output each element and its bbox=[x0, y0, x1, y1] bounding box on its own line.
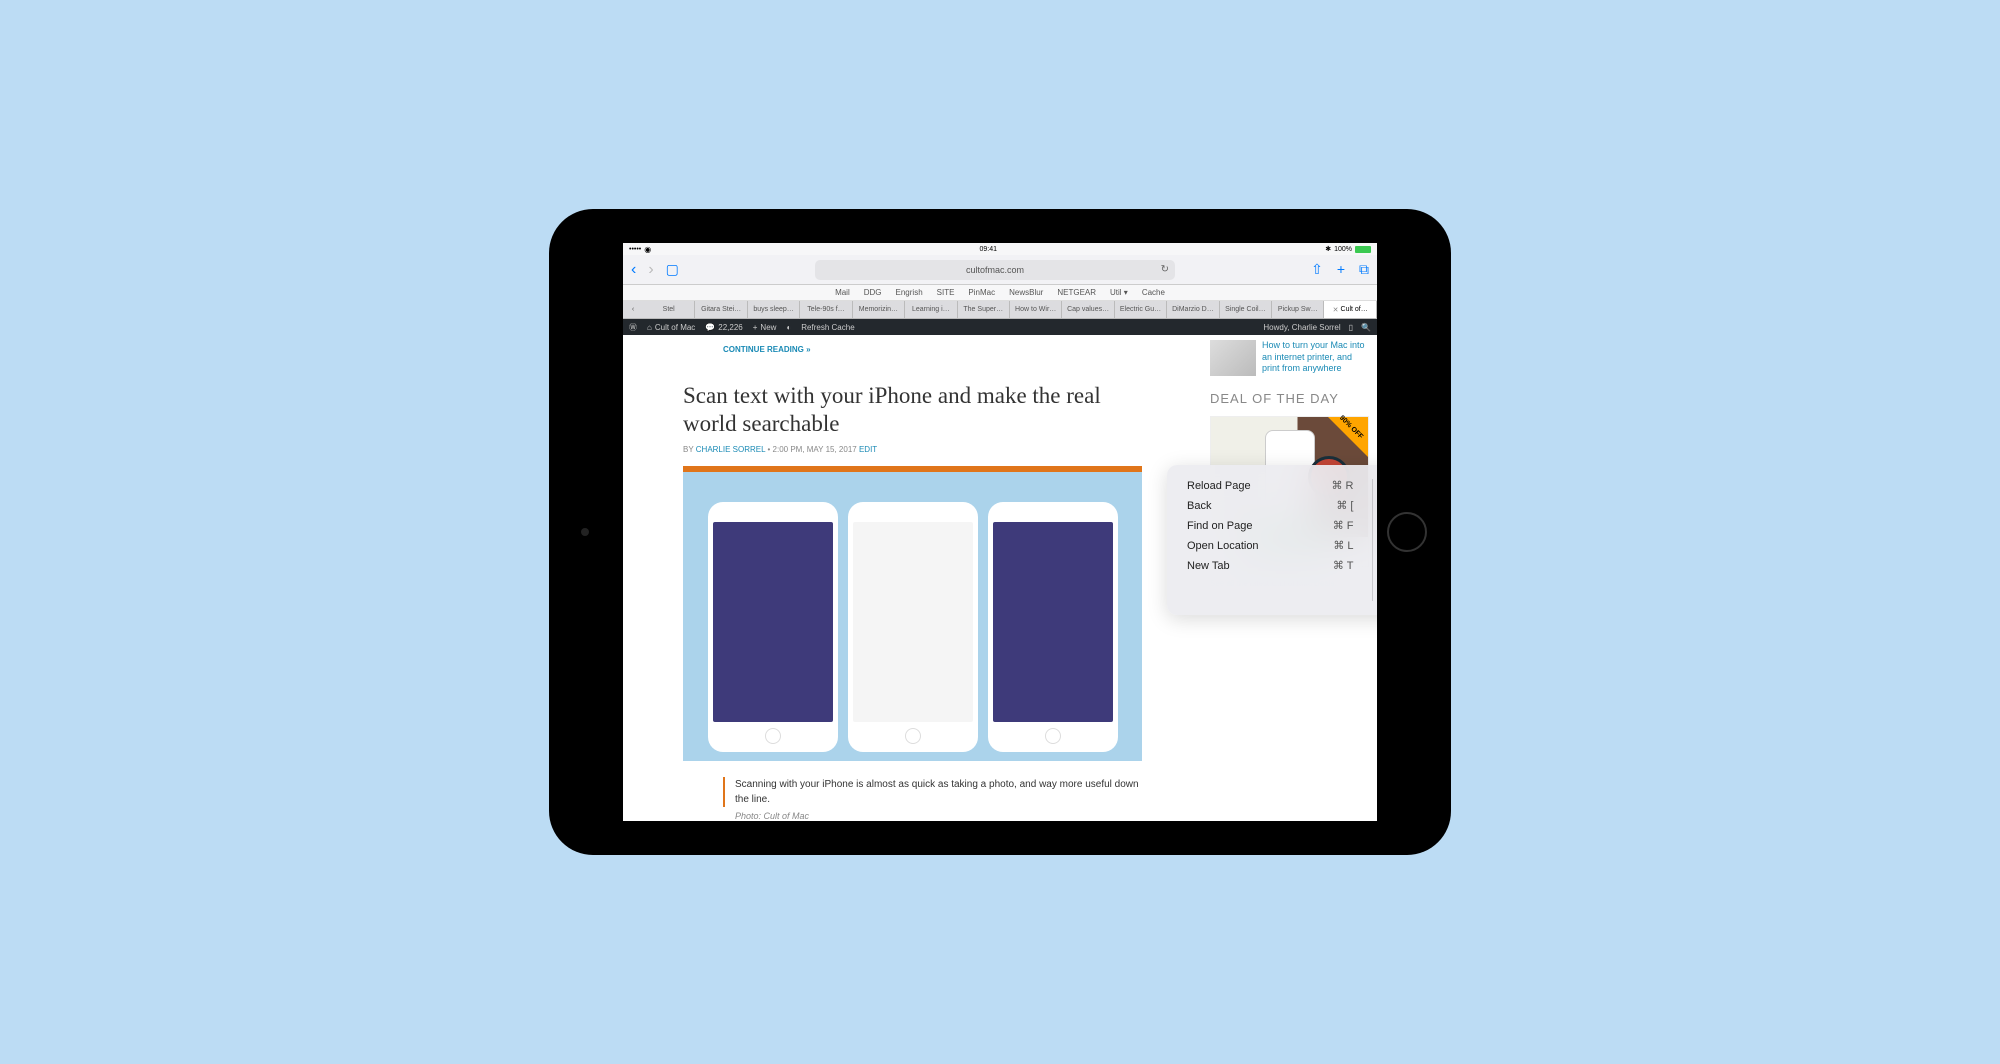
browser-tab-0[interactable]: Stel bbox=[643, 301, 695, 318]
article-hero-image bbox=[683, 466, 1142, 761]
wp-search-icon[interactable]: 🔍 bbox=[1361, 323, 1371, 332]
shortcut-new-tab: New Tab⌘ T bbox=[1187, 559, 1354, 572]
edit-link[interactable]: EDIT bbox=[859, 445, 877, 454]
browser-tab-13[interactable]: ✕Cult of… bbox=[1324, 301, 1376, 318]
article-title: Scan text with your iPhone and make the … bbox=[683, 382, 1142, 437]
wp-yoast-icon[interactable]: ◐ bbox=[786, 323, 791, 332]
favorite-6[interactable]: NETGEAR bbox=[1057, 288, 1096, 297]
deal-of-day-header: DEAL OF THE DAY bbox=[1210, 391, 1369, 406]
phone-mockup-2 bbox=[848, 502, 978, 752]
back-button[interactable]: ‹ bbox=[631, 261, 636, 279]
favorite-0[interactable]: Mail bbox=[835, 288, 850, 297]
related-link[interactable]: How to turn your Mac into an internet pr… bbox=[1262, 340, 1369, 376]
image-credit: Photo: Cult of Mac bbox=[735, 811, 1142, 821]
wifi-icon: ◉ bbox=[644, 245, 651, 254]
favorite-4[interactable]: PinMac bbox=[968, 288, 995, 297]
related-thumb bbox=[1210, 340, 1256, 376]
browser-tab-5[interactable]: Learning i… bbox=[905, 301, 957, 318]
ipad-frame: ••••• ◉ 09:41 ✱ 100% ‹ › ▢ cultofmac.com… bbox=[549, 209, 1451, 855]
status-bar: ••••• ◉ 09:41 ✱ 100% bbox=[623, 243, 1377, 255]
browser-tab-8[interactable]: Cap values… bbox=[1062, 301, 1114, 318]
image-caption: Scanning with your iPhone is almost as q… bbox=[723, 777, 1142, 807]
browser-tab-7[interactable]: How to Wir… bbox=[1010, 301, 1062, 318]
main-content: CONTINUE READING » Scan text with your i… bbox=[623, 335, 1202, 821]
battery-percent: 100% bbox=[1334, 246, 1352, 253]
battery-icon bbox=[1355, 246, 1371, 253]
browser-tab-4[interactable]: Memorizin… bbox=[853, 301, 905, 318]
reload-icon[interactable]: ↻ bbox=[1161, 264, 1169, 275]
phone-mockup-1 bbox=[708, 502, 838, 752]
wp-avatar-icon[interactable]: ▯ bbox=[1349, 323, 1353, 332]
new-tab-icon[interactable]: + bbox=[1337, 261, 1345, 278]
favorite-5[interactable]: NewsBlur bbox=[1009, 288, 1043, 297]
wp-new[interactable]: + New bbox=[753, 323, 777, 332]
bluetooth-icon: ✱ bbox=[1325, 245, 1331, 253]
tab-close-icon[interactable]: ✕ bbox=[1333, 306, 1339, 314]
browser-tab-11[interactable]: Single Coil… bbox=[1220, 301, 1272, 318]
home-button[interactable] bbox=[1387, 512, 1427, 552]
keyboard-shortcuts-overlay: Reload Page⌘ R Back⌘ [ Find on Page⌘ F Open… bbox=[1167, 465, 1377, 615]
shortcut-find-on-page: Find on Page⌘ F bbox=[1187, 519, 1354, 532]
ipad-camera bbox=[581, 528, 589, 536]
url-text: cultofmac.com bbox=[966, 265, 1024, 275]
address-bar[interactable]: cultofmac.com ↻ bbox=[815, 260, 1175, 280]
bookmarks-icon[interactable]: ▢ bbox=[666, 261, 679, 278]
browser-tab-10[interactable]: DiMarzio D… bbox=[1167, 301, 1219, 318]
tabs-icon[interactable]: ⧉ bbox=[1359, 261, 1369, 278]
wp-howdy[interactable]: Howdy, Charlie Sorrel bbox=[1263, 323, 1340, 332]
wp-admin-bar: Ⓦ ⌂ Cult of Mac 💬 22,226 + New ◐ Refresh… bbox=[623, 319, 1377, 335]
tabs-bar: ‹ StelGitara Stei…buys sleep…Tele-90s f…… bbox=[623, 301, 1377, 319]
shortcut-reload-page: Reload Page⌘ R bbox=[1187, 479, 1354, 492]
favorites-bar: Mail DDG Engrish SITE PinMac NewsBlur NETGEAR U… bbox=[623, 285, 1377, 301]
favorite-7[interactable]: Util ▾ bbox=[1110, 288, 1128, 297]
shortcuts-divider bbox=[1372, 479, 1373, 601]
browser-tab-2[interactable]: buys sleep… bbox=[748, 301, 800, 318]
author-link[interactable]: CHARLIE SORREL bbox=[696, 445, 766, 454]
forward-button[interactable]: › bbox=[648, 261, 653, 279]
wp-logo-icon[interactable]: Ⓦ bbox=[629, 322, 637, 333]
browser-tab-12[interactable]: Pickup Sw… bbox=[1272, 301, 1324, 318]
favorite-2[interactable]: Engrish bbox=[896, 288, 923, 297]
favorite-3[interactable]: SITE bbox=[937, 288, 955, 297]
favorite-8[interactable]: Cache bbox=[1142, 288, 1165, 297]
share-icon[interactable]: ⇧ bbox=[1311, 261, 1323, 278]
byline: BY CHARLIE SORREL • 2:00 PM, MAY 15, 201… bbox=[683, 445, 1142, 454]
browser-tab-6[interactable]: The Super… bbox=[958, 301, 1010, 318]
favorite-1[interactable]: DDG bbox=[864, 288, 882, 297]
signal-dots: ••••• bbox=[629, 246, 641, 253]
wp-refresh[interactable]: Refresh Cache bbox=[801, 323, 854, 332]
browser-tab-1[interactable]: Gitara Stei… bbox=[695, 301, 747, 318]
shortcut-open-location: Open Location⌘ L bbox=[1187, 539, 1354, 552]
phone-mockup-3 bbox=[988, 502, 1118, 752]
tab-scroll-left[interactable]: ‹ bbox=[623, 301, 643, 318]
status-time: 09:41 bbox=[979, 246, 997, 253]
continue-reading-link[interactable]: CONTINUE READING » bbox=[723, 345, 1142, 354]
safari-toolbar: ‹ › ▢ cultofmac.com ↻ ⇧ + ⧉ bbox=[623, 255, 1377, 285]
related-article[interactable]: How to turn your Mac into an internet pr… bbox=[1210, 340, 1369, 376]
screen: ••••• ◉ 09:41 ✱ 100% ‹ › ▢ cultofmac.com… bbox=[623, 243, 1377, 821]
shortcut-back: Back⌘ [ bbox=[1187, 499, 1354, 512]
wp-comments[interactable]: 💬 22,226 bbox=[705, 323, 742, 332]
browser-tab-3[interactable]: Tele-90s f… bbox=[800, 301, 852, 318]
browser-tab-9[interactable]: Electric Gu… bbox=[1115, 301, 1167, 318]
wp-site-link[interactable]: ⌂ Cult of Mac bbox=[647, 323, 695, 332]
